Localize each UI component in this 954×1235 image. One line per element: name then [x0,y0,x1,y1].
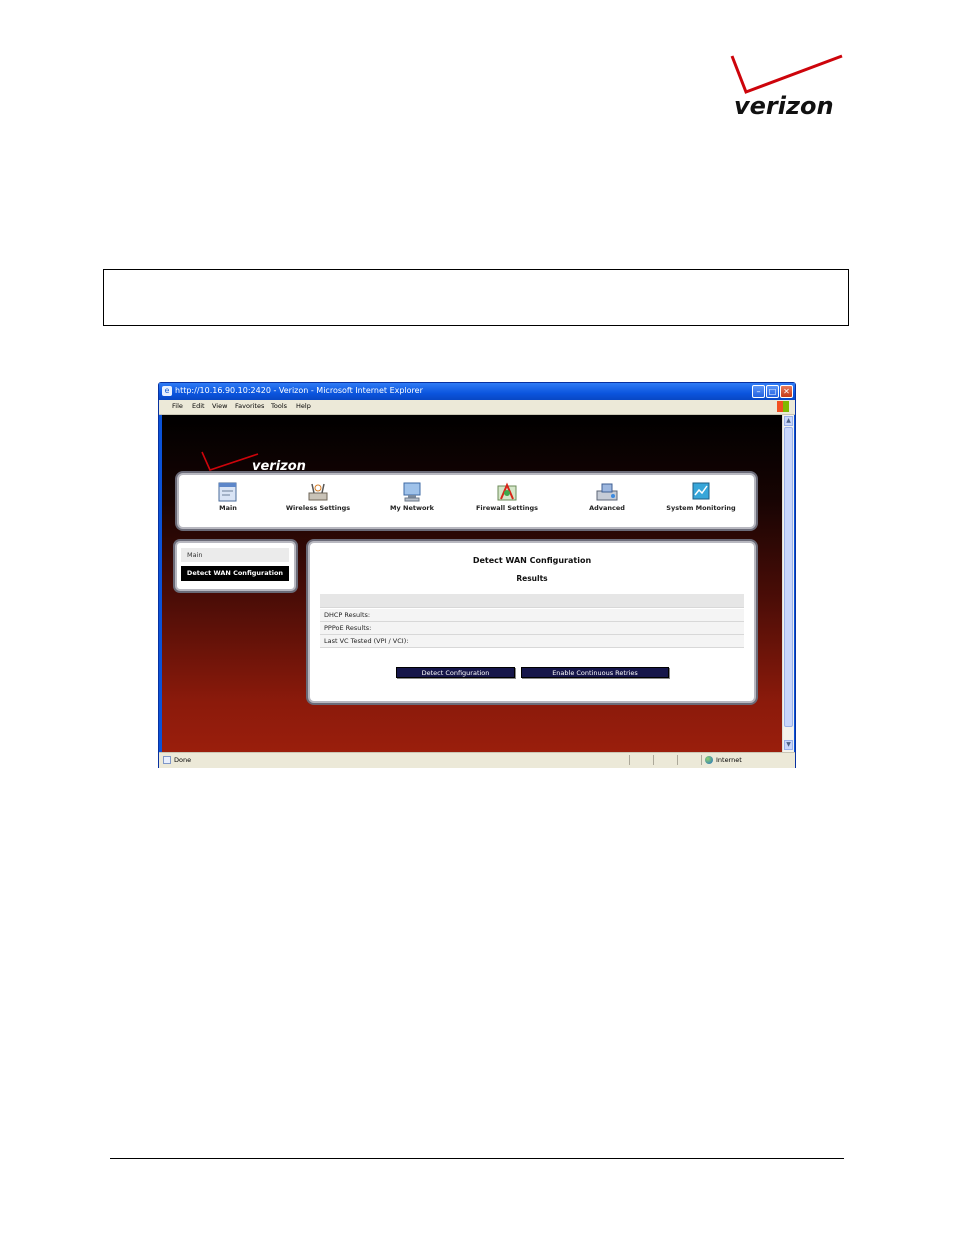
menu-help[interactable]: Help [296,402,311,410]
menu-tools[interactable]: Tools [271,402,287,410]
menu-edit[interactable]: Edit [192,402,205,410]
note-box [103,269,849,326]
page-title: Detect WAN Configuration [472,556,592,565]
internet-globe-icon [705,756,713,764]
windows-flag-icon [777,401,789,412]
verizon-logo: verizon [728,52,846,124]
detect-configuration-button[interactable]: Detect Configuration [396,667,515,678]
minimize-icon[interactable]: – [752,385,765,398]
nav-wireless-label: Wireless Settings [285,504,351,512]
ie-icon: e [162,386,172,396]
verizon-logo-text: verizon [734,92,834,120]
nav-wireless-settings[interactable]: Wireless Settings [278,479,358,525]
nav-firewall-settings[interactable]: Firewall Settings [467,479,547,525]
footer-rule [110,1158,844,1159]
left-menu-detect-wan[interactable]: Detect WAN Configuration [181,566,289,581]
table-row-dhcp: DHCP Results: [320,609,744,622]
scroll-up-icon[interactable]: ▲ [784,416,793,426]
maximize-icon[interactable]: □ [766,385,779,398]
menu-file[interactable]: File [172,402,183,410]
nav-system-monitoring[interactable]: System Monitoring [661,479,741,525]
firewall-icon [497,482,517,501]
status-divider [629,755,630,765]
menu-bar: File Edit View Favorites Tools Help [159,400,795,415]
page-viewport: verizon Main Wireless Settings My Networ… [162,415,782,752]
status-divider [701,755,702,765]
left-menu: Main Detect WAN Configuration [175,541,296,591]
vertical-scrollbar[interactable]: ▲ ▼ [782,415,794,752]
main-nav: Main Wireless Settings My Network Firewa… [177,473,756,529]
scroll-thumb[interactable] [784,427,793,727]
advanced-icon [596,483,618,501]
nav-my-network[interactable]: My Network [372,479,452,525]
scroll-down-icon[interactable]: ▼ [784,740,793,750]
results-heading: Results [516,574,548,583]
nav-network-label: My Network [390,504,434,512]
page-done-icon [163,756,171,764]
title-bar[interactable]: e http://10.16.90.10:2420 - Verizon - Mi… [159,383,795,400]
main-icon [218,482,237,502]
status-divider [653,755,654,765]
table-row-pppoe: PPPoE Results: [320,622,744,635]
enable-continuous-retries-button[interactable]: Enable Continuous Retries [521,667,669,678]
status-bar: Done Internet [159,752,795,768]
nav-main-label: Main [219,504,237,512]
menu-favorites[interactable]: Favorites [235,402,264,410]
monitor-icon [692,482,710,500]
nav-firewall-label: Firewall Settings [475,504,539,512]
table-row-last-vc: Last VC Tested (VPI / VCI): [320,635,744,648]
left-menu-main[interactable]: Main [181,548,289,562]
page-logo-text: verizon [252,459,306,474]
nav-advanced-label: Advanced [589,504,625,512]
menu-view[interactable]: View [212,402,227,410]
results-table-header [320,594,744,608]
nav-monitoring-label: System Monitoring [666,504,736,512]
browser-window: e http://10.16.90.10:2420 - Verizon - Mi… [158,382,796,768]
status-divider [677,755,678,765]
content-panel: Detect WAN Configuration Results DHCP Re… [308,541,756,703]
window-title: http://10.16.90.10:2420 - Verizon - Micr… [175,386,423,395]
wireless-icon [308,483,328,501]
network-icon [403,482,421,502]
status-done: Done [174,756,192,764]
results-table: DHCP Results: PPPoE Results: Last VC Tes… [320,594,744,650]
status-zone: Internet [716,756,742,764]
nav-main[interactable]: Main [188,479,268,525]
nav-advanced[interactable]: Advanced [567,479,647,525]
close-icon[interactable]: ✕ [780,385,793,398]
